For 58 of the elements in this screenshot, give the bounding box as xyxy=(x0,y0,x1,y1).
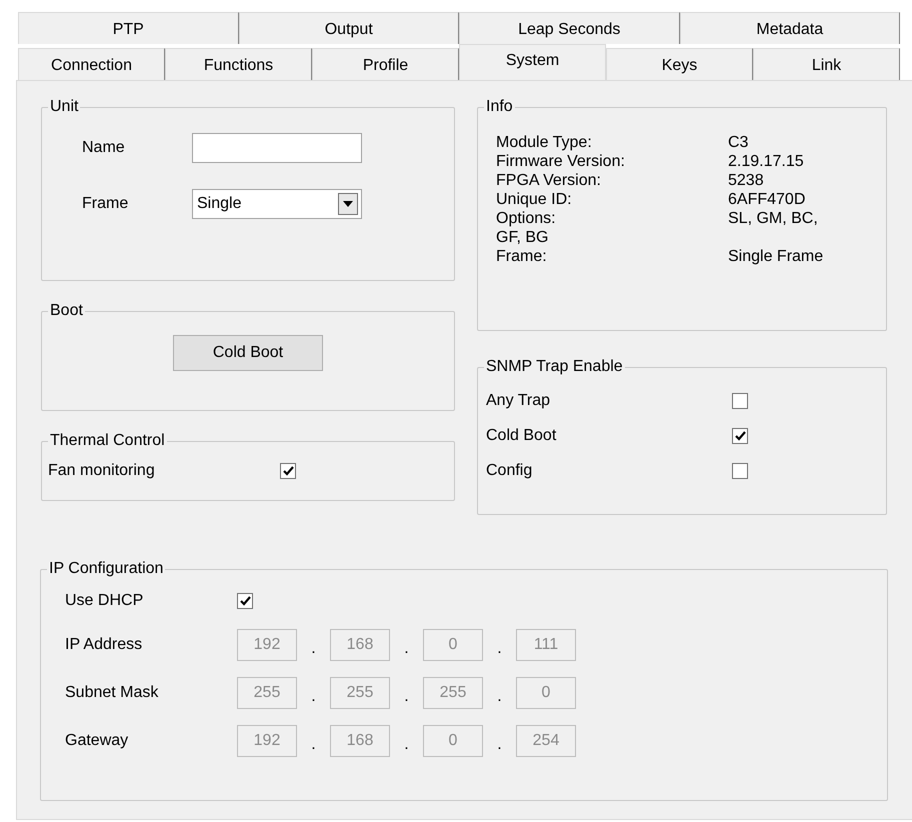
checkbox-label: Use DHCP xyxy=(65,591,144,611)
check-icon xyxy=(734,431,746,441)
separator-dot: . xyxy=(403,639,410,659)
tab[interactable]: Profile xyxy=(312,48,459,80)
tab[interactable]: Metadata xyxy=(680,12,900,44)
tab[interactable]: Leap Seconds xyxy=(459,12,680,44)
tab[interactable]: System xyxy=(459,44,606,80)
tab[interactable]: Keys xyxy=(606,48,753,80)
frame-dropdown[interactable]: Single xyxy=(192,189,362,219)
tab[interactable]: Output xyxy=(238,12,459,44)
field-label: Gateway xyxy=(65,731,130,751)
tab[interactable]: Link xyxy=(753,48,900,80)
separator-dot: . xyxy=(496,687,503,707)
info-label: Firmware Version: xyxy=(496,152,626,171)
group-title: SNMP Trap Enable xyxy=(485,357,624,377)
field-label: Name xyxy=(82,138,126,158)
separator-dot: . xyxy=(403,735,410,755)
info-value: 2.19.17.15 xyxy=(728,152,805,171)
info-label: Frame: xyxy=(496,247,548,266)
field-label: Subnet Mask xyxy=(65,683,160,703)
info-value: 5238 xyxy=(728,171,765,190)
separator-dot: . xyxy=(496,639,503,659)
separator-dot: . xyxy=(310,687,317,707)
name-field[interactable] xyxy=(192,133,362,163)
checkbox-label: Cold Boot xyxy=(486,426,558,446)
separator-dot: . xyxy=(310,639,317,659)
info-label: GF, BG xyxy=(496,228,550,247)
checkbox[interactable] xyxy=(732,428,748,444)
checkbox-label: Config xyxy=(486,461,534,481)
tab[interactable]: Functions xyxy=(165,48,312,80)
info-label: FPGA Version: xyxy=(496,171,602,190)
field-label: IP Address xyxy=(65,635,144,655)
separator-dot: . xyxy=(310,735,317,755)
group-title: Unit xyxy=(49,97,80,117)
checkbox-label: Fan monitoring xyxy=(48,461,156,481)
group-title: Thermal Control xyxy=(49,431,166,451)
info-label: Options: xyxy=(496,209,557,228)
check-icon xyxy=(240,596,250,606)
checkbox[interactable] xyxy=(732,463,748,479)
separator-dot: . xyxy=(496,735,503,755)
info-label: Unique ID: xyxy=(496,190,573,209)
info-value: SL, GM, BC, xyxy=(728,209,819,228)
group-title: Info xyxy=(485,97,514,117)
info-label: Module Type: xyxy=(496,133,593,152)
group-title: Boot xyxy=(49,301,84,321)
checkbox[interactable] xyxy=(280,463,296,479)
checkbox[interactable] xyxy=(732,393,748,409)
info-value: Single Frame xyxy=(728,247,824,266)
cold-boot-button[interactable]: Cold Boot xyxy=(173,335,323,371)
checkbox-label: Any Trap xyxy=(486,391,552,411)
check-icon xyxy=(282,466,294,476)
field-label: Frame xyxy=(82,194,130,214)
tab[interactable]: Connection xyxy=(18,48,165,80)
info-value: C3 xyxy=(728,133,750,152)
group-title: IP Configuration xyxy=(48,559,164,579)
info-value: 6AFF470D xyxy=(728,190,806,209)
separator-dot: . xyxy=(403,687,410,707)
tab[interactable]: PTP xyxy=(18,12,238,44)
